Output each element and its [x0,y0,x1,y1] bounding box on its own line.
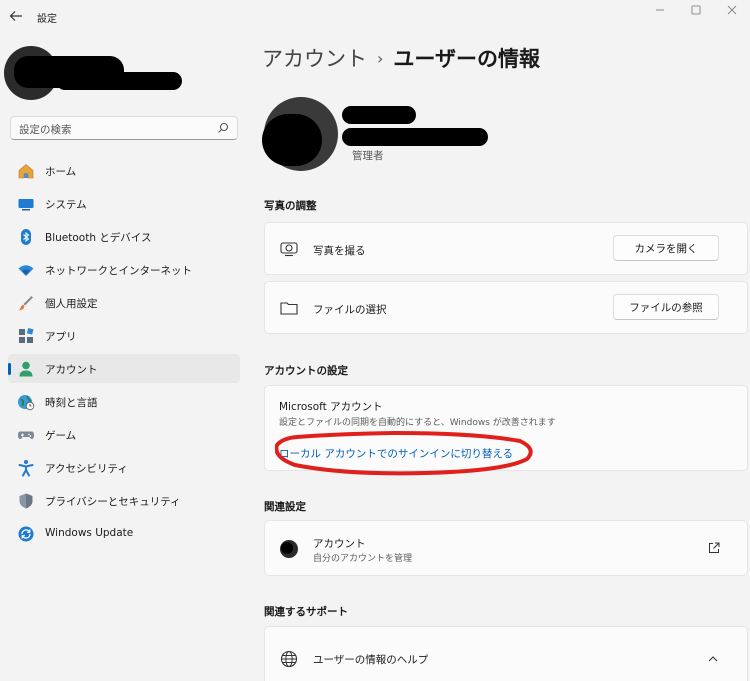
sidebar-item-time-language[interactable]: 時刻と言語 [8,387,240,416]
sidebar-item-label: アカウント [45,364,98,376]
breadcrumb: アカウント › ユーザーの情報 [262,43,540,73]
sidebar-item-bluetooth[interactable]: Bluetooth とデバイス [8,222,240,251]
related-account-description: 自分のアカウントを管理 [313,554,413,564]
help-label: ユーザーの情報のヘルプ [313,654,429,666]
shield-icon [17,492,35,510]
sidebar-item-accessibility[interactable]: アクセシビリティ [8,453,240,482]
sidebar-item-privacy[interactable]: プライバシーとセキュリティ [8,486,240,515]
title-bar: 設定 [0,0,750,32]
redacted-profile-email [342,128,488,146]
redacted-avatar-face [262,114,322,166]
brush-icon [17,294,35,312]
choose-file-label: ファイルの選択 [313,304,387,316]
redacted-profile-name [342,106,416,124]
breadcrumb-parent[interactable]: アカウント [262,47,367,71]
sidebar-item-label: アクセシビリティ [45,463,128,475]
sidebar-nav: ホーム システム Bluetooth とデバイス ネットワークとインターネット … [8,156,240,552]
maximize-button[interactable] [676,2,716,18]
search-placeholder: 設定の検索 [19,124,72,136]
sidebar-item-windows-update[interactable]: Windows Update [8,519,240,548]
account-icon [17,360,35,378]
camera-icon [279,239,299,259]
help-card[interactable]: ユーザーの情報のヘルプ [264,626,748,681]
app-title: 設定 [37,14,57,25]
sidebar-item-label: ネットワークとインターネット [45,265,192,277]
search-icon [218,122,229,133]
sidebar-item-personalization[interactable]: 個人用設定 [8,288,240,317]
sidebar-item-label: Windows Update [45,527,134,539]
main-content: アカウント › ユーザーの情報 管理者 写真の調整 写真を撮る カメラを開く ファイ… [248,32,750,681]
microsoft-account-description: 設定とファイルの同期を自動的にすると、Windows が改善されます [279,418,556,428]
sidebar-item-label: 時刻と言語 [45,397,98,409]
sidebar-item-label: アプリ [45,331,77,343]
choose-file-card: ファイルの選択 ファイルの参照 [264,281,748,334]
arrow-left-icon [9,11,22,21]
sidebar: 設定の検索 ホーム システム Bluetooth とデバイス ネットワークとイン… [0,32,248,681]
sidebar-item-home[interactable]: ホーム [8,156,240,185]
apps-icon [17,327,35,345]
home-icon [17,162,35,180]
search-input[interactable]: 設定の検索 [10,116,238,140]
section-title-related: 関連設定 [264,501,306,513]
section-title-photo: 写真の調整 [264,200,317,212]
redacted-email [56,72,182,90]
minimize-button[interactable] [640,2,680,18]
sidebar-item-label: Bluetooth とデバイス [45,232,152,244]
account-avatar-icon [279,539,299,559]
sidebar-item-label: 個人用設定 [45,298,98,310]
globe-clock-icon [17,393,35,411]
related-account-card[interactable]: アカウント 自分のアカウントを管理 [264,520,748,576]
open-camera-button[interactable]: カメラを開く [613,235,719,261]
sidebar-item-label: ゲーム [45,430,77,442]
related-account-title: アカウント [313,538,366,550]
take-photo-card: 写真を撮る カメラを開く [264,222,748,275]
sidebar-item-label: ホーム [45,166,77,178]
close-button[interactable] [712,2,750,18]
switch-to-local-account-link[interactable]: ローカル アカウントでのサインインに切り替える [279,446,513,461]
system-icon [17,195,35,213]
external-link-icon [709,542,720,553]
bluetooth-icon [17,228,35,246]
accessibility-icon [17,459,35,477]
back-button[interactable] [6,6,26,26]
close-icon [727,5,737,15]
sidebar-item-apps[interactable]: アプリ [8,321,240,350]
browse-files-button[interactable]: ファイルの参照 [613,294,719,320]
wifi-icon [17,261,35,279]
breadcrumb-separator: › [377,49,384,68]
globe-icon [279,649,299,669]
sidebar-item-label: システム [45,199,87,211]
minimize-icon [656,9,664,11]
microsoft-account-title: Microsoft アカウント [279,401,383,413]
profile-role: 管理者 [352,150,384,162]
update-icon [17,525,35,543]
chevron-up-icon[interactable] [707,653,719,665]
folder-icon [279,298,299,318]
page-title: ユーザーの情報 [393,47,540,71]
section-title-support: 関連するサポート [264,606,348,618]
sidebar-item-accounts[interactable]: アカウント [8,354,240,383]
take-photo-label: 写真を撮る [313,245,366,257]
sidebar-item-system[interactable]: システム [8,189,240,218]
microsoft-account-card: Microsoft アカウント 設定とファイルの同期を自動的にすると、Windo… [264,385,748,476]
maximize-icon [691,5,701,15]
sidebar-item-gaming[interactable]: ゲーム [8,420,240,449]
section-title-account-settings: アカウントの設定 [264,365,348,377]
sidebar-item-label: プライバシーとセキュリティ [45,496,181,508]
sidebar-item-network[interactable]: ネットワークとインターネット [8,255,240,284]
gamepad-icon [17,426,35,444]
active-indicator [8,363,11,375]
